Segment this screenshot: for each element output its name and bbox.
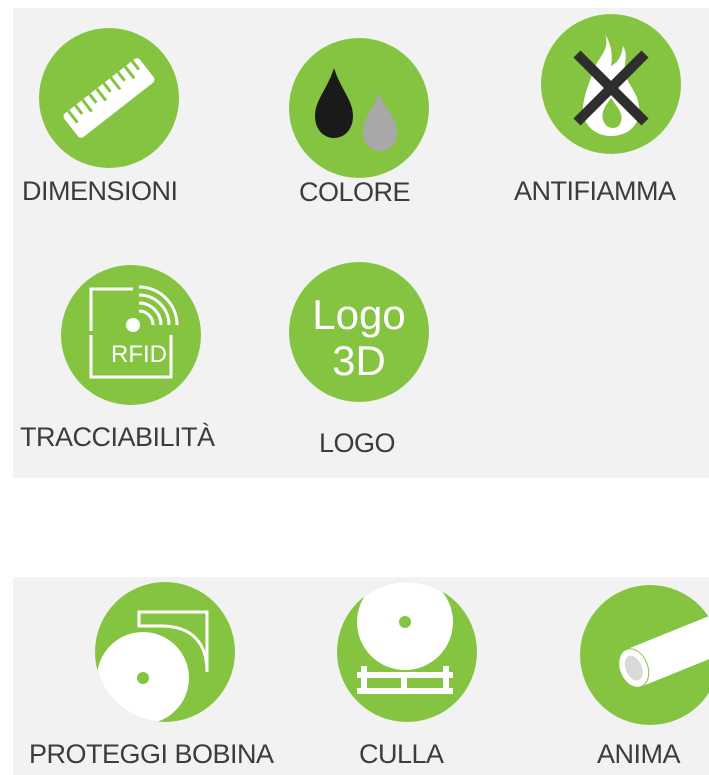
logo-3d-icon: Logo 3D [289,262,429,402]
logo-icon-text-line1: Logo [312,291,406,338]
ruler-icon [39,28,179,168]
no-flame-icon [541,14,681,154]
feature-label-proteggi-bobina: PROTEGGI BOBINA [29,739,274,769]
reel-protector-icon [95,582,235,722]
logo-icon-text-line2: 3D [332,337,386,384]
feature-label-culla: CULLA [359,739,444,769]
feature-label-colore: COLORE [299,177,411,207]
feature-label-logo: LOGO [319,428,396,458]
rfid-icon: RFID [61,265,201,405]
core-tube-icon [580,585,709,725]
ink-drops-icon [289,38,429,178]
feature-label-anima: ANIMA [597,739,681,769]
feature-label-dimensioni: DIMENSIONI [22,176,178,206]
feature-label-tracciabilita: TRACCIABILITÀ [20,422,215,452]
feature-label-antifiamma: ANTIFIAMMA [514,176,676,206]
rfid-icon-text: RFID [111,341,167,368]
reel-cradle-icon [337,582,477,722]
